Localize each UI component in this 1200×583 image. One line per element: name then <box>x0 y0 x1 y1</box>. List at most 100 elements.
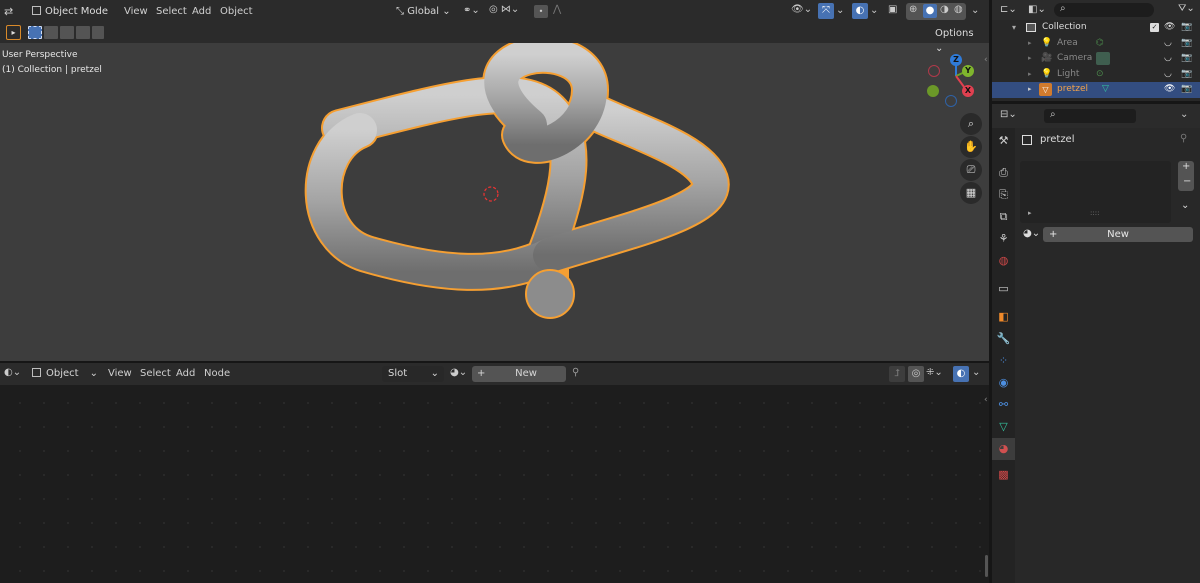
expand-arrow-icon[interactable]: ▸ <box>1028 51 1032 66</box>
render-camera-icon[interactable]: 📷 <box>1181 67 1192 82</box>
pan-hand-icon[interactable]: ✋ <box>960 136 982 158</box>
properties-pin-icon[interactable]: ⚲ <box>1180 133 1187 144</box>
render-camera-icon[interactable]: 📷 <box>1181 36 1192 51</box>
outliner-properties-divider[interactable] <box>992 101 1200 104</box>
outliner-row-pretzel[interactable]: ▸ ▽ pretzel ▽ 👁 📷 <box>992 82 1200 98</box>
parent-node-tree-icon[interactable]: ⮥ <box>889 366 905 382</box>
pretzel-mesh[interactable] <box>300 40 740 340</box>
scene-tab-icon[interactable]: ⚘ <box>992 228 1015 250</box>
particles-tab-icon[interactable]: ⁘ <box>992 350 1015 372</box>
falloff-icon[interactable]: ⋀ <box>553 4 561 15</box>
properties-options-icon[interactable]: ⌄ <box>1180 109 1188 120</box>
3d-viewport[interactable]: ⇄ Object Mode ⌄ View Select Add Object ⤡… <box>0 0 989 361</box>
view-layer-tab-icon[interactable]: ⧉ <box>992 206 1015 228</box>
shader-editor-type-icon[interactable]: ◐⌄ <box>4 367 21 378</box>
collection-checkbox[interactable]: ✓ <box>1150 23 1159 32</box>
wireframe-shading-icon[interactable]: ⊕ <box>909 4 917 15</box>
tool-tab-icon[interactable]: ⚒ <box>992 130 1015 152</box>
zoom-icon[interactable]: ⌕ <box>960 113 982 135</box>
outliner-row-camera[interactable]: ▸ 🎥 Camera ◡ 📷 <box>992 51 1200 67</box>
overlay-dropdown-icon[interactable]: ⌄ <box>870 5 878 16</box>
render-camera-icon[interactable]: 📷 <box>1181 82 1192 97</box>
axis-x[interactable]: X <box>962 85 974 97</box>
select-new-icon[interactable] <box>28 26 42 39</box>
select-extend-icon[interactable] <box>44 26 58 39</box>
node-menu-add[interactable]: Add <box>176 362 195 385</box>
perspective-grid-icon[interactable]: ▦ <box>960 182 982 204</box>
select-subtract-icon[interactable] <box>60 26 74 39</box>
modifier-tab-icon[interactable]: 🔧 <box>992 328 1015 350</box>
editor-type-icon[interactable]: ⇄ <box>4 5 24 18</box>
expand-arrow-icon[interactable]: ▸ <box>1028 82 1032 97</box>
shading-dropdown-icon[interactable]: ⌄ <box>971 5 979 16</box>
sidebar-toggle-icon[interactable]: ‹ <box>984 55 988 65</box>
add-slot-button[interactable]: + <box>1182 161 1190 172</box>
pivot-icon[interactable]: ⚭⌄ <box>463 5 480 16</box>
snap-icon[interactable]: ◎ ⋈⌄ <box>489 4 519 15</box>
expand-arrow-icon[interactable]: ▸ <box>1028 36 1032 51</box>
properties-new-material-button[interactable]: + New <box>1043 227 1193 242</box>
outliner-row-area[interactable]: ▸ 💡 Area ⌬ ◡ 📷 <box>992 36 1200 52</box>
object-tab-icon[interactable]: ◧ <box>992 306 1015 328</box>
slot-dropdown[interactable]: Slot ⌄ <box>382 366 444 382</box>
collection-tab-icon[interactable]: ▭ <box>992 278 1015 300</box>
properties-type-icon[interactable]: ⊟⌄ <box>1000 109 1017 120</box>
menu-add[interactable]: Add <box>192 0 211 23</box>
display-mode-icon[interactable]: ◧⌄ <box>1028 4 1046 15</box>
filter-icon[interactable]: ⛛⌄ <box>1178 3 1195 14</box>
node-scrollbar[interactable] <box>985 555 988 577</box>
properties-search-input[interactable]: ⌕ <box>1044 109 1136 123</box>
node-menu-select[interactable]: Select <box>140 362 171 385</box>
select-tool-icon[interactable]: ▸ <box>6 25 21 40</box>
gizmo-dropdown-icon[interactable]: ⌄ <box>836 5 844 16</box>
select-intersect-icon[interactable] <box>92 26 104 39</box>
outliner-search-input[interactable]: ⌕ <box>1054 3 1154 17</box>
outliner-row-light[interactable]: ▸ 💡 Light ⊙ ◡ 📷 <box>992 67 1200 83</box>
visibility-icon[interactable]: 👁⌄ <box>791 4 812 15</box>
material-browse-icon[interactable]: ◕⌄ <box>1023 228 1040 239</box>
node-editor-canvas[interactable]: ‹ <box>0 385 989 583</box>
eye-icon[interactable]: 👁 <box>1164 82 1175 97</box>
menu-select[interactable]: Select <box>156 0 187 23</box>
axis-neg-z[interactable] <box>945 95 957 107</box>
menu-view[interactable]: View <box>124 0 148 23</box>
outliner-row-collection[interactable]: ▾ Collection ✓ 👁 📷 <box>992 20 1200 36</box>
pin-icon[interactable]: ⚲ <box>572 367 579 378</box>
render-tab-icon[interactable]: ⎙ <box>992 162 1015 184</box>
mode-dropdown[interactable]: Object Mode ⌄ <box>32 3 114 34</box>
proportional-edit-icon[interactable]: • <box>534 5 548 18</box>
node-overlay-dropdown-icon[interactable]: ⌄ <box>972 367 980 378</box>
axis-neg-y[interactable] <box>927 85 939 97</box>
node-menu-view[interactable]: View <box>108 362 132 385</box>
world-tab-icon[interactable]: ◍ <box>992 250 1015 272</box>
axis-y[interactable]: Y <box>962 65 974 77</box>
list-resize-grip[interactable]: :::: <box>1090 209 1099 217</box>
material-tab-icon[interactable]: ◕ <box>992 438 1015 460</box>
node-snap-icon[interactable]: ◎ <box>908 366 924 382</box>
texture-tab-icon[interactable]: ▩ <box>992 464 1015 486</box>
constraints-tab-icon[interactable]: ⚯ <box>992 394 1015 416</box>
output-tab-icon[interactable]: ⎘ <box>992 184 1015 206</box>
material-shading-icon[interactable]: ◑ <box>940 4 949 15</box>
select-invert-icon[interactable] <box>76 26 90 39</box>
material-browse-icon[interactable]: ◕⌄ <box>450 367 467 378</box>
transform-orientation-dropdown[interactable]: ⤡ Global ⌄ <box>396 3 456 20</box>
rendered-shading-icon[interactable]: ◍ <box>954 4 963 15</box>
render-camera-icon[interactable]: 📷 <box>1181 51 1192 66</box>
collection-camera-icon[interactable]: 📷 <box>1181 20 1192 35</box>
physics-tab-icon[interactable]: ◉ <box>992 372 1015 394</box>
gizmo-toggle-icon[interactable]: ⤧ <box>818 3 834 19</box>
material-slot-list[interactable]: ▸ :::: <box>1020 161 1171 223</box>
list-expand-icon[interactable]: ▸ <box>1028 209 1032 217</box>
expand-arrow-icon[interactable]: ▸ <box>1028 67 1032 82</box>
vertical-area-divider[interactable] <box>989 0 992 583</box>
slot-specials-icon[interactable]: ⌄ <box>1181 200 1189 211</box>
solid-shading-icon[interactable]: ● <box>923 4 937 18</box>
hide-icon[interactable]: ◡ <box>1164 67 1172 82</box>
collection-eye-icon[interactable]: 👁 <box>1164 20 1175 35</box>
hide-icon[interactable]: ◡ <box>1164 51 1172 66</box>
horizontal-area-divider[interactable] <box>0 361 989 363</box>
node-sidebar-toggle-icon[interactable]: ‹ <box>984 395 988 405</box>
object-type-dropdown[interactable]: Object ⌄ <box>32 366 98 382</box>
node-menu-node[interactable]: Node <box>204 362 230 385</box>
